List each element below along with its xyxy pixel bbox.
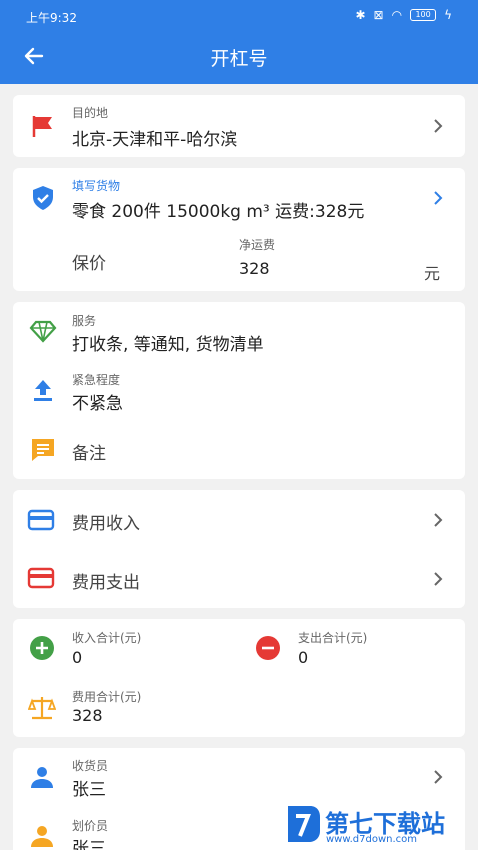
brand-logo-icon [288, 806, 320, 842]
service-label: 服务 [72, 314, 97, 328]
chevron-right-icon [434, 191, 443, 205]
remark-row[interactable]: 备注 [13, 422, 465, 478]
card-icon [27, 567, 55, 589]
destination-value: 北京-天津和平-哈尔滨 [72, 130, 238, 150]
destination-row[interactable]: 目的地 北京-天津和平-哈尔滨 [13, 95, 465, 157]
destination-label: 目的地 [72, 106, 109, 120]
flag-icon [32, 116, 52, 137]
urgency-row[interactable]: 紧急程度 不紧急 [13, 362, 465, 422]
income-total-label: 收入合计(元) [72, 631, 142, 645]
service-value: 打收条, 等通知, 货物清单 [72, 335, 264, 355]
chevron-right-icon [434, 770, 443, 784]
watermark-url: www.d7down.com [326, 834, 418, 845]
fee-income-label: 费用收入 [72, 514, 140, 534]
plus-circle-icon [30, 636, 54, 660]
urgency-label: 紧急程度 [72, 373, 121, 387]
fee-income-row[interactable]: 费用收入 [13, 490, 465, 549]
goods-label: 填写货物 [72, 179, 121, 193]
net-freight-unit: 元 [424, 264, 441, 283]
income-total-value: 0 [72, 648, 83, 667]
page-title: 开杠号 [210, 48, 268, 70]
minus-circle-icon [256, 636, 280, 660]
fee-total-label: 费用合计(元) [72, 690, 142, 704]
receiver-value: 张三 [72, 780, 106, 800]
fee-expense-label: 费用支出 [72, 573, 140, 593]
goods-row[interactable]: 填写货物 零食 200件 15000kg m³ 运费:328元 [13, 168, 465, 228]
fee-total-value: 328 [72, 706, 103, 725]
goods-card: 填写货物 零食 200件 15000kg m³ 运费:328元 保价 净运费 3… [13, 168, 465, 291]
shield-check-icon [33, 186, 53, 210]
options-card: 服务 打收条, 等通知, 货物清单 紧急程度 不紧急 备注 [13, 302, 465, 479]
diamond-icon [29, 320, 57, 343]
upload-arrow-icon [34, 380, 52, 401]
chevron-right-icon [434, 572, 443, 586]
fee-expense-row[interactable]: 费用支出 [13, 549, 465, 608]
expense-total-label: 支出合计(元) [298, 631, 368, 645]
net-freight-input[interactable]: 328 [239, 259, 270, 278]
chevron-right-icon [434, 119, 443, 133]
pricer-value: 张三 [72, 839, 106, 850]
chevron-right-icon [434, 513, 443, 527]
sim-icon: ⊠ [373, 8, 384, 22]
scale-icon [28, 697, 56, 720]
urgency-value: 不紧急 [72, 394, 123, 414]
battery-icon: 100 [410, 9, 437, 21]
card-icon [27, 509, 55, 531]
pricer-label: 划价员 [72, 819, 109, 833]
remark-label: 备注 [72, 444, 106, 464]
insurance-label[interactable]: 保价 [72, 249, 106, 274]
charging-icon: ϟ [444, 8, 452, 22]
net-freight-label: 净运费 [239, 238, 276, 252]
expense-total-value: 0 [298, 648, 309, 667]
wifi-icon: ◠ [391, 8, 403, 22]
app-header: 上午9:32 ✱ ⊠ ◠ 100 ϟ 开杠号 [0, 0, 478, 84]
goods-value: 零食 200件 15000kg m³ 运费:328元 [72, 202, 365, 222]
status-bar: 上午9:32 ✱ ⊠ ◠ 100 ϟ [0, 0, 478, 32]
service-row[interactable]: 服务 打收条, 等通知, 货物清单 [13, 302, 465, 362]
comment-icon [32, 439, 54, 461]
status-time: 上午9:32 [26, 11, 77, 25]
fees-card: 费用收入 费用支出 [13, 490, 465, 608]
totals-card: 收入合计(元) 0 支出合计(元) 0 费用合计(元) 328 [13, 619, 465, 737]
status-icons: ✱ ⊠ ◠ 100 ϟ [355, 8, 452, 22]
bluetooth-icon: ✱ [355, 8, 366, 22]
watermark-logo: 第七下载站 www.d7down.com [280, 798, 478, 850]
person-icon [31, 826, 53, 847]
receiver-label: 收货员 [72, 759, 109, 773]
person-icon [31, 767, 53, 788]
